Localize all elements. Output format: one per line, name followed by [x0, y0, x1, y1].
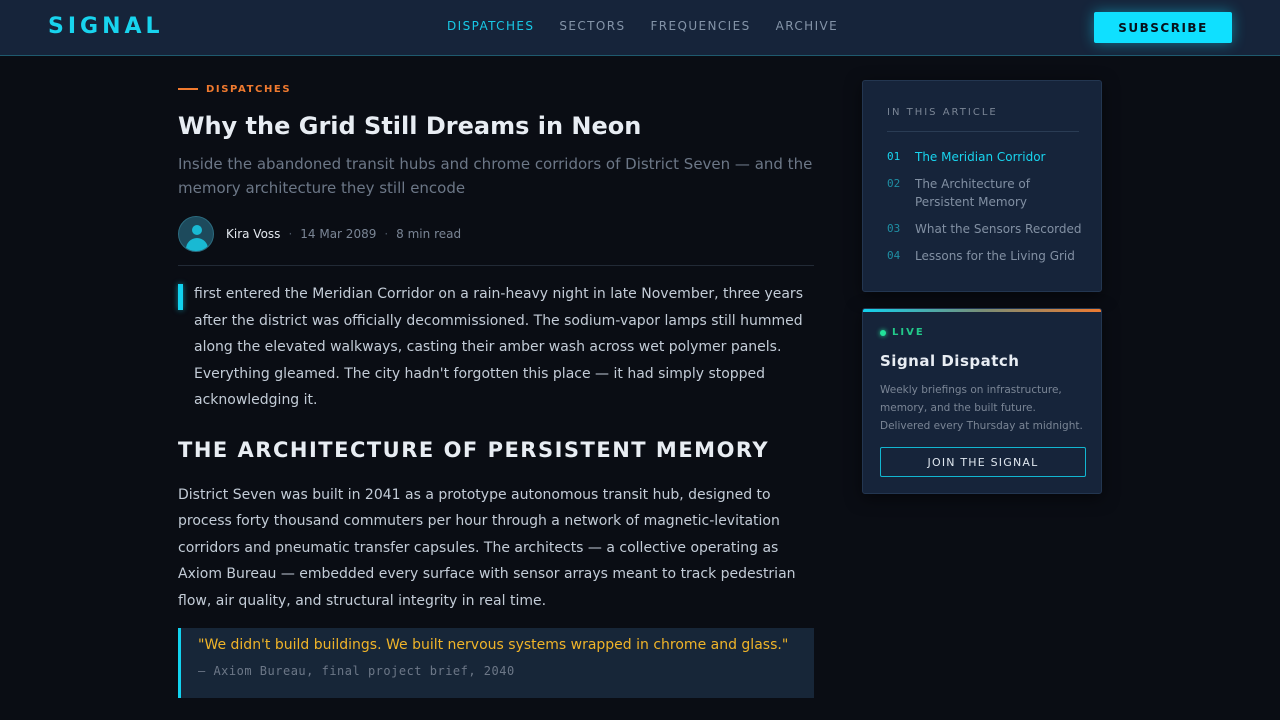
- toc-item-number: 01: [887, 150, 901, 163]
- nav-item-dispatches[interactable]: DISPATCHES: [447, 19, 534, 33]
- byline: Kira Voss · 14 Mar 2089 · 8 min read: [178, 216, 814, 252]
- toc-item-number: 04: [887, 249, 901, 262]
- newsletter-card: LIVE Signal Dispatch Weekly briefings on…: [862, 308, 1102, 494]
- nav-item-frequencies[interactable]: FREQUENCIES: [650, 19, 750, 33]
- toc-divider: [887, 131, 1079, 132]
- live-dot-icon: [880, 329, 886, 336]
- byline-divider: [178, 265, 814, 266]
- kicker-line: [178, 88, 198, 90]
- paragraph: District Seven was built in 2041 as a pr…: [178, 486, 796, 609]
- toc-item-label: The Meridian Corridor: [915, 150, 1046, 164]
- pull-quote: "We didn't build buildings. We built ner…: [178, 628, 814, 698]
- lead-paragraph-text: first entered the Meridian Corridor on a…: [194, 286, 803, 408]
- main-nav: DISPATCHES SECTORS FREQUENCIES ARCHIVE: [447, 19, 838, 33]
- article-kicker: DISPATCHES: [178, 80, 814, 98]
- publish-date: 14 Mar 2089: [300, 227, 377, 241]
- nav-item-archive[interactable]: ARCHIVE: [776, 19, 838, 33]
- toc-item-label: The Architecture of Persistent Memory: [915, 177, 1030, 209]
- toc-item-label: What the Sensors Recorded: [915, 222, 1082, 236]
- join-signal-button[interactable]: JOIN THE SIGNAL: [880, 447, 1086, 477]
- drop-cap-i: [178, 284, 183, 310]
- byline-separator: ·: [384, 227, 389, 241]
- newsletter-heading: Signal Dispatch: [880, 352, 1020, 370]
- avatar-body-shape: [186, 238, 208, 251]
- toc-item-label: Lessons for the Living Grid: [915, 249, 1075, 263]
- toc-item-lessons[interactable]: 04 Lessons for the Living Grid: [887, 247, 1083, 265]
- quote-text: "We didn't build buildings. We built ner…: [198, 637, 789, 653]
- article-title: Why the Grid Still Dreams in Neon: [178, 112, 642, 140]
- toc-item-architecture[interactable]: 02 The Architecture of Persistent Memory: [887, 175, 1083, 211]
- author-avatar[interactable]: [178, 216, 214, 252]
- toc-item-number: 02: [887, 177, 901, 190]
- author-name[interactable]: Kira Voss: [226, 227, 280, 241]
- toc-label: IN THIS ARTICLE: [887, 107, 998, 118]
- quote-source: — Axiom Bureau, final project brief, 204…: [198, 664, 515, 678]
- toc-item-number: 03: [887, 222, 901, 235]
- table-of-contents: IN THIS ARTICLE 01 The Meridian Corridor…: [862, 80, 1102, 292]
- gradient-accent-line: [863, 309, 1101, 312]
- subscribe-button[interactable]: SUBSCRIBE: [1094, 12, 1232, 43]
- toc-list: 01 The Meridian Corridor 02 The Architec…: [887, 148, 1083, 274]
- avatar-head-shape: [192, 225, 202, 235]
- toc-item-sensors[interactable]: 03 What the Sensors Recorded: [887, 220, 1083, 238]
- article: DISPATCHES Why the Grid Still Dreams in …: [178, 80, 814, 698]
- kicker-label[interactable]: DISPATCHES: [206, 84, 291, 95]
- nav-item-sectors[interactable]: SECTORS: [559, 19, 625, 33]
- site-logo[interactable]: SIGNAL: [48, 14, 164, 39]
- read-time: 8 min read: [396, 227, 462, 241]
- article-dek: Inside the abandoned transit hubs and ch…: [178, 155, 813, 197]
- newsletter-description: Weekly briefings on infrastructure, memo…: [880, 384, 1083, 432]
- live-label: LIVE: [892, 327, 925, 338]
- live-indicator: LIVE: [880, 327, 925, 338]
- section-heading: THE ARCHITECTURE OF PERSISTENT MEMORY: [178, 437, 770, 462]
- top-navigation-bar: SIGNAL DISPATCHES SECTORS FREQUENCIES AR…: [0, 0, 1280, 56]
- toc-item-meridian-corridor[interactable]: 01 The Meridian Corridor: [887, 148, 1083, 166]
- byline-separator: ·: [288, 227, 293, 241]
- lead-paragraph: first entered the Meridian Corridor on a…: [178, 281, 814, 414]
